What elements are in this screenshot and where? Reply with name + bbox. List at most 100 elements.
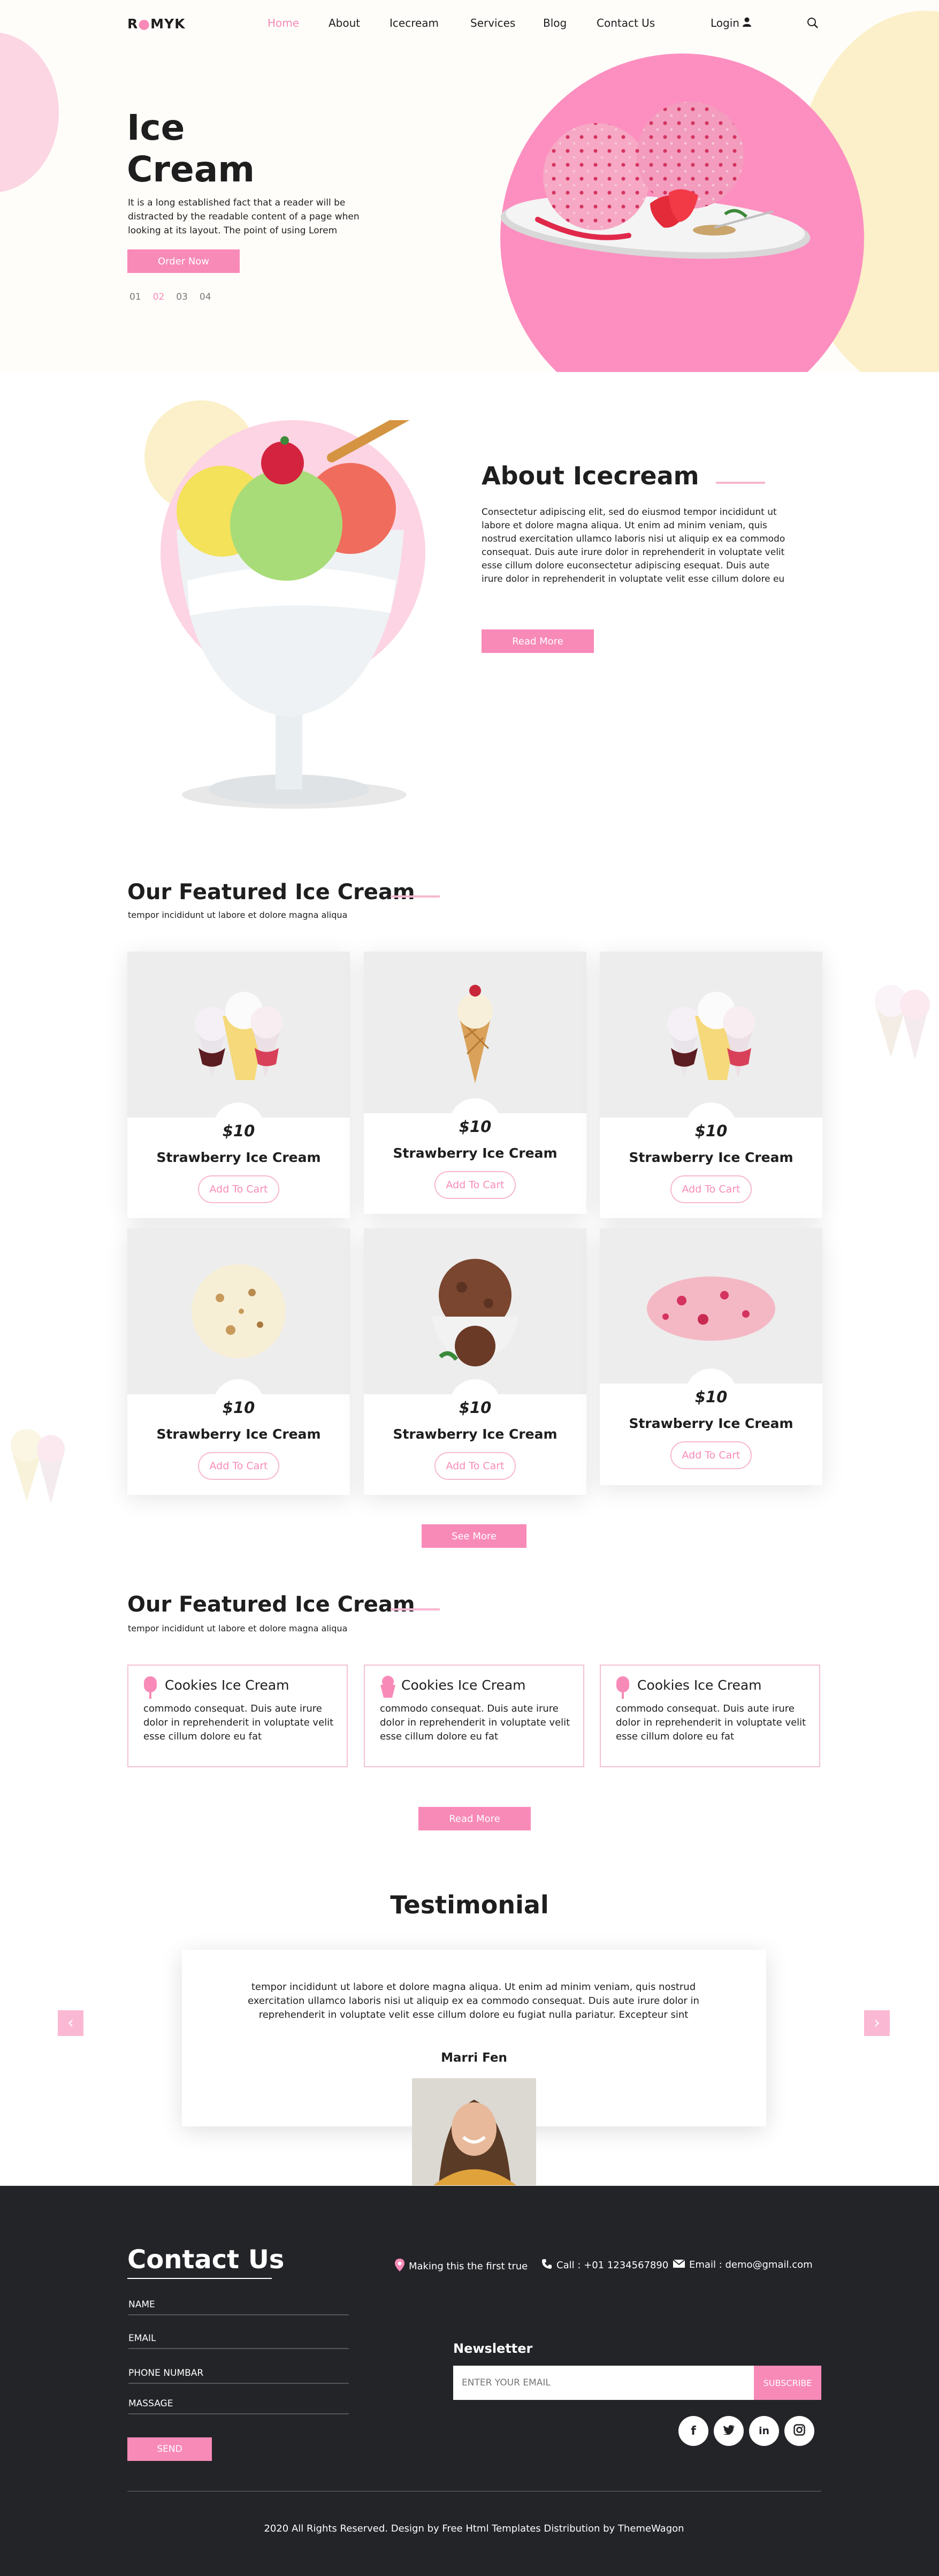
product-image-strawberry <box>600 1228 822 1384</box>
featured-title-underline <box>391 895 440 898</box>
testimonial-next-button[interactable]: › <box>864 2010 890 2036</box>
product-price: $10 <box>694 1388 728 1406</box>
add-to-cart-button[interactable]: Add To Cart <box>670 1441 752 1469</box>
search-icon[interactable] <box>807 17 819 31</box>
instagram-button[interactable] <box>784 2416 814 2446</box>
order-now-button[interactable]: Order Now <box>127 249 240 273</box>
contact-location-text: Making this the first true <box>409 2261 528 2272</box>
hero-title: Ice Cream <box>127 107 255 191</box>
product-image-cone <box>364 952 586 1113</box>
message-field[interactable]: MASSAGE <box>128 2398 173 2409</box>
see-more-button[interactable]: See More <box>422 1524 526 1548</box>
add-to-cart-button[interactable]: Add To Cart <box>434 1452 516 1480</box>
testimonial-author: Marri Fen <box>441 2051 507 2065</box>
facebook-button[interactable]: f <box>678 2416 708 2446</box>
product-card[interactable]: $10 Strawberry Ice Cream Add To Cart <box>127 952 350 1218</box>
contact-call: Call : +01 1234567890 <box>541 2259 668 2272</box>
nav-contact[interactable]: Contact Us <box>597 17 655 29</box>
contact-title-underline <box>127 2278 272 2279</box>
login-button[interactable]: Login <box>711 17 751 29</box>
product-card[interactable]: $10 Strawberry Ice Cream Add To Cart <box>600 1228 822 1485</box>
hero-title-line1: Ice <box>127 107 185 148</box>
ice-cream-icon <box>615 1675 631 1702</box>
slide-indicator-3[interactable]: 03 <box>176 292 188 302</box>
product-price: $10 <box>694 1122 728 1140</box>
product-image-cups <box>600 952 822 1118</box>
nav-about[interactable]: About <box>329 17 360 29</box>
hero-ice-cream-image <box>495 91 827 268</box>
logo-prefix: R <box>127 16 139 32</box>
slide-indicator-1[interactable]: 01 <box>129 292 141 302</box>
email-field[interactable]: EMAIL <box>128 2333 156 2344</box>
product-card[interactable]: $10 Strawberry Ice Cream Add To Cart <box>127 1228 350 1495</box>
product-name: Strawberry Ice Cream <box>393 1426 558 1442</box>
newsletter-title: Newsletter <box>453 2341 533 2356</box>
facebook-icon: f <box>691 2424 696 2438</box>
chevron-left-icon: ‹ <box>67 2013 74 2032</box>
add-to-cart-button[interactable]: Add To Cart <box>198 1175 279 1203</box>
logo-suffix: MYK <box>150 16 186 32</box>
about-title: About Icecream <box>482 461 699 490</box>
service-title: Cookies Ice Cream <box>637 1677 762 1693</box>
service-card[interactable]: Cookies Ice Cream commodo consequat. Dui… <box>364 1665 584 1767</box>
login-label: Login <box>711 17 739 29</box>
services-title: Our Featured Ice Cream <box>127 1592 415 1617</box>
product-name: Strawberry Ice Cream <box>156 1426 321 1442</box>
nav-blog[interactable]: Blog <box>543 17 567 29</box>
contact-email-text: Email : demo@gmail.com <box>689 2259 813 2270</box>
add-to-cart-button[interactable]: Add To Cart <box>198 1452 279 1480</box>
featured-subtitle: tempor incididunt ut labore et dolore ma… <box>128 910 348 920</box>
twitter-button[interactable] <box>714 2416 744 2446</box>
send-button[interactable]: SEND <box>127 2437 212 2461</box>
nav-home[interactable]: Home <box>268 17 299 29</box>
services-read-more-button[interactable]: Read More <box>418 1807 531 1830</box>
hero-description: It is a long established fact that a rea… <box>128 197 360 236</box>
instagram-icon <box>793 2424 805 2438</box>
product-card[interactable]: $10 Strawberry Ice Cream Add To Cart <box>600 952 822 1218</box>
ice-cream-icon <box>142 1675 158 1702</box>
decor-ice-cream-right <box>859 971 939 1062</box>
logo[interactable]: R●MYK <box>127 16 185 32</box>
product-name: Strawberry Ice Cream <box>156 1150 321 1165</box>
product-image-cups <box>127 952 350 1118</box>
product-price: $10 <box>459 1399 492 1417</box>
product-name: Strawberry Ice Cream <box>629 1150 793 1165</box>
hero-section: R●MYK Home About Icecream Services Blog … <box>0 0 939 372</box>
hero-title-line2: Cream <box>127 149 255 190</box>
linkedin-icon: in <box>758 2425 770 2437</box>
slide-indicator-2[interactable]: 02 <box>153 292 165 302</box>
service-text: commodo consequat. Duis aute irure dolor… <box>380 1703 570 1742</box>
linkedin-button[interactable]: in <box>749 2416 779 2446</box>
contact-call-text: Call : +01 1234567890 <box>556 2260 669 2271</box>
about-read-more-button[interactable]: Read More <box>482 629 594 653</box>
name-field-underline <box>128 2314 349 2315</box>
add-to-cart-button[interactable]: Add To Cart <box>434 1171 516 1199</box>
slide-indicator-4[interactable]: 04 <box>200 292 211 302</box>
ice-cream-cup-icon <box>379 1675 397 1701</box>
phone-field[interactable]: PHONE NUMBAR <box>128 2368 203 2379</box>
testimonial-avatar <box>412 2078 536 2185</box>
hero-bg-circle-left <box>0 32 59 193</box>
decor-ice-cream-left <box>0 1416 70 1507</box>
nav-services[interactable]: Services <box>470 17 515 29</box>
featured-title: Our Featured Ice Cream <box>127 880 415 905</box>
slide-indicators: 01 02 03 04 <box>129 292 211 302</box>
service-text: commodo consequat. Duis aute irure dolor… <box>616 1703 806 1742</box>
phone-icon <box>541 2259 552 2272</box>
product-price: $10 <box>222 1399 255 1417</box>
service-card[interactable]: Cookies Ice Cream commodo consequat. Dui… <box>600 1665 820 1767</box>
newsletter-email-input[interactable] <box>453 2366 754 2400</box>
nav-icecream[interactable]: Icecream <box>390 17 439 29</box>
product-card[interactable]: $10 Strawberry Ice Cream Add To Cart <box>364 1228 586 1495</box>
product-price: $10 <box>459 1118 492 1136</box>
testimonial-prev-button[interactable]: ‹ <box>58 2010 83 2036</box>
add-to-cart-button[interactable]: Add To Cart <box>670 1175 752 1203</box>
chevron-right-icon: › <box>874 2013 880 2032</box>
message-field-underline <box>128 2413 349 2414</box>
subscribe-button[interactable]: SUBSCRIBE <box>754 2366 821 2400</box>
email-field-underline <box>128 2348 349 2349</box>
product-card[interactable]: $10 Strawberry Ice Cream Add To Cart <box>364 952 586 1214</box>
name-field[interactable]: NAME <box>128 2299 155 2310</box>
service-card[interactable]: Cookies Ice Cream commodo consequat. Dui… <box>127 1665 348 1767</box>
contact-location: Making this the first true <box>395 2259 528 2274</box>
